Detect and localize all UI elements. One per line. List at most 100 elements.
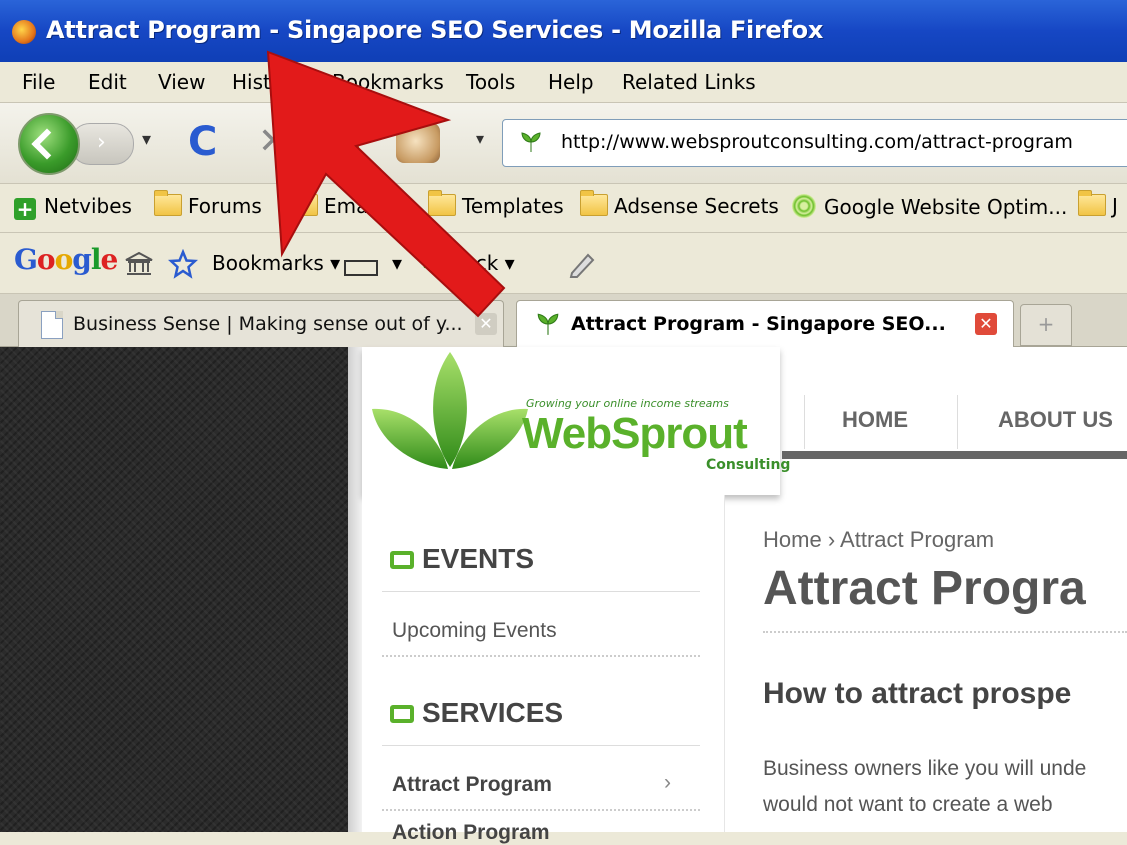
speech-bubble-icon (390, 551, 414, 569)
menu-view[interactable]: View (158, 70, 205, 94)
new-tab-button[interactable]: + (1020, 304, 1072, 346)
site-favicon (521, 132, 541, 152)
coffee-cup-icon[interactable] (396, 123, 440, 163)
page-content: Growing your online income streams WebSp… (0, 347, 1127, 844)
plus-icon: + (14, 198, 36, 220)
tab-business-sense[interactable]: Business Sense | Making sense out of y..… (18, 300, 504, 347)
navigation-toolbar: › ▾ C ✕ ▾ http://www.websproutconsulting… (0, 103, 1127, 184)
site-logo[interactable]: Growing your online income streams WebSp… (362, 347, 790, 495)
spiral-icon (792, 194, 816, 218)
tab-attract-program[interactable]: Attract Program - Singapore SEO... ✕ (516, 300, 1014, 347)
spellcheck-label: Check (436, 251, 499, 275)
bookmarks-toolbar: + Netvibes Forums Emails Templates Adsens… (0, 184, 1127, 233)
star-icon[interactable] (168, 249, 198, 279)
popup-blocker-icon[interactable] (344, 260, 378, 276)
dropdown-icon: ▾ (504, 251, 515, 275)
firefox-icon (12, 20, 36, 44)
menu-tools[interactable]: Tools (466, 70, 515, 94)
reload-button[interactable]: C (188, 119, 217, 165)
menu-file[interactable]: File (22, 70, 55, 94)
google-bookmarks-menu[interactable]: Bookmarks ▾ (212, 251, 340, 275)
nav-underline (782, 451, 1127, 459)
sidebar-item-upcoming-events[interactable]: Upcoming Events (392, 619, 557, 643)
logo-subtitle: Consulting (706, 457, 791, 473)
bookmark-j[interactable]: J (1078, 190, 1118, 222)
window-titlebar[interactable]: Attract Program - Singapore SEO Services… (0, 0, 1127, 62)
main-content: Home › Attract Program Attract Progra Ho… (725, 495, 1127, 832)
menu-help[interactable]: Help (548, 70, 594, 94)
site-nav: HOME ABOUT US (782, 387, 1127, 459)
bookmark-netvibes[interactable]: + Netvibes (14, 194, 132, 222)
divider (382, 591, 700, 592)
bookmark-forums[interactable]: Forums (154, 190, 262, 222)
stop-button[interactable]: ✕ (258, 121, 288, 162)
breadcrumb-separator: › (827, 527, 836, 552)
divider (763, 631, 1127, 633)
sidebar-item-action-program[interactable]: Action Program (392, 821, 550, 845)
menu-bookmarks[interactable]: Bookmarks (332, 70, 444, 94)
logo-wordmark: WebSprout (522, 409, 748, 458)
bookmark-label: Adsense Secrets (614, 194, 779, 218)
spellcheck-button[interactable]: ✓Check ▾ (420, 251, 515, 275)
window-title: Attract Program - Singapore SEO Services… (46, 16, 824, 44)
tab-label: Attract Program - Singapore SEO... (571, 313, 946, 335)
tab-label: Business Sense | Making sense out of y..… (73, 313, 463, 335)
bookmark-templates[interactable]: Templates (428, 190, 564, 222)
url-text: http://www.websproutconsulting.com/attra… (561, 131, 1073, 153)
menu-bar: File Edit View History Bookmarks Tools H… (0, 62, 1127, 103)
sidebar-heading-services: SERVICES (390, 697, 563, 729)
breadcrumb-home[interactable]: Home (763, 527, 822, 552)
bookmark-google-website-optimizer[interactable]: Google Website Optim... (792, 194, 1067, 222)
breadcrumb: Home › Attract Program (763, 527, 994, 553)
folder-icon (154, 190, 182, 216)
menu-related-links[interactable]: Related Links (622, 70, 756, 94)
chevron-right-icon: › (97, 130, 106, 155)
nav-home[interactable]: HOME (842, 407, 908, 433)
dropdown-icon[interactable]: ▾ (392, 251, 402, 275)
breadcrumb-current: Attract Program (840, 527, 995, 552)
bank-icon[interactable] (124, 251, 154, 277)
checkmark-icon: ✓ (420, 251, 437, 275)
bookmark-label: Netvibes (44, 194, 132, 218)
bookmark-label: Forums (188, 194, 262, 218)
nav-divider (957, 395, 958, 449)
bookmark-emails[interactable]: Emails (290, 190, 390, 222)
sidebar-heading-label: EVENTS (422, 543, 535, 574)
divider (382, 809, 700, 811)
site-favicon (537, 313, 559, 335)
pencil-icon[interactable] (566, 249, 598, 279)
bookmark-label: Google Website Optim... (824, 195, 1068, 219)
close-tab-icon[interactable]: ✕ (975, 313, 997, 335)
history-dropdown-icon[interactable]: ▾ (142, 129, 151, 150)
menu-edit[interactable]: Edit (88, 70, 127, 94)
sidebar-item-attract-program[interactable]: Attract Program (392, 773, 552, 797)
home-icon[interactable] (330, 123, 366, 159)
leaf-logo-icon (372, 352, 528, 469)
folder-icon (290, 190, 318, 216)
nav-about-us[interactable]: ABOUT US (998, 407, 1113, 433)
back-button[interactable] (18, 113, 80, 175)
close-tab-icon[interactable]: ✕ (475, 313, 497, 335)
bookmark-adsense-secrets[interactable]: Adsense Secrets (580, 190, 779, 222)
document-icon (41, 311, 63, 339)
google-bookmarks-label: Bookmarks (212, 251, 324, 275)
folder-icon (580, 190, 608, 216)
folder-icon (1078, 190, 1106, 216)
paragraph-line: would not want to create a web (763, 793, 1053, 816)
bookmark-label: Emails (324, 194, 390, 218)
google-toolbar: Google Bookmarks ▾ ▾ ✓Check ▾ (0, 233, 1127, 294)
nav-divider (804, 395, 805, 449)
divider (382, 745, 700, 746)
section-heading: How to attract prospe (763, 677, 1072, 710)
divider (382, 655, 700, 657)
page-title: Attract Progra (763, 562, 1086, 615)
google-logo[interactable]: Google (14, 243, 118, 276)
menu-history[interactable]: History (232, 70, 303, 94)
sidebar: EVENTS Upcoming Events SERVICES Attract … (362, 495, 725, 844)
bookmark-label: Templates (462, 194, 564, 218)
sidebar-heading-events: EVENTS (390, 543, 534, 575)
addon-dropdown-icon[interactable]: ▾ (476, 129, 484, 148)
dropdown-icon: ▾ (330, 251, 341, 275)
bookmark-label: J (1112, 194, 1118, 218)
url-bar[interactable]: http://www.websproutconsulting.com/attra… (502, 119, 1127, 167)
